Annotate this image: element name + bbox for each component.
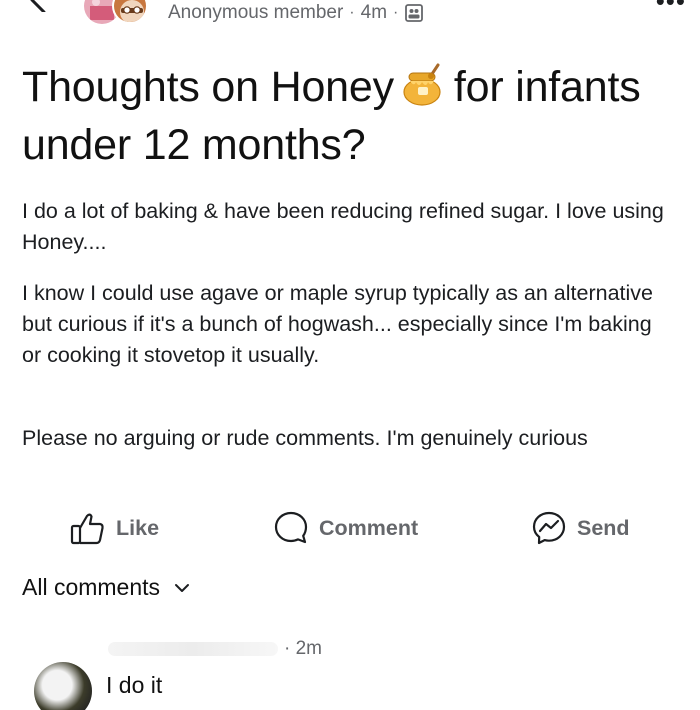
post-paragraph: Please no arguing or rude comments. I'm …: [22, 426, 588, 450]
post-header: Anonymous member · 4m · •••: [0, 0, 700, 34]
post-paragraph: I know I could use agave or maple syrup …: [22, 281, 653, 367]
send-icon: [532, 511, 566, 545]
comment-item: · 2m I do it: [0, 630, 700, 710]
like-button[interactable]: Like: [70, 510, 159, 546]
group-icon: [405, 4, 424, 22]
send-label: Send: [577, 515, 630, 540]
like-label: Like: [116, 515, 160, 540]
chevron-down-icon: [175, 583, 190, 592]
comment-time: · 2m: [284, 638, 322, 659]
commenter-name-redacted: [108, 642, 278, 656]
honey-pot-icon: [403, 63, 441, 106]
anonymous-avatar: [112, 0, 148, 24]
post-time: 4m: [360, 2, 388, 23]
comments-filter[interactable]: All comments: [22, 574, 190, 601]
comment-button[interactable]: Comment: [273, 510, 418, 546]
commenter-avatar[interactable]: [34, 662, 92, 710]
author-name[interactable]: Anonymous member: [168, 2, 343, 24]
send-button[interactable]: Send: [531, 510, 630, 546]
post-title: Thoughts on Honey for infants under 12 m…: [22, 58, 662, 174]
more-icon[interactable]: •••: [656, 0, 686, 17]
like-icon: [70, 513, 104, 545]
avatar-group[interactable]: [84, 0, 162, 24]
back-chevron-icon[interactable]: [26, 0, 52, 12]
post-paragraph: I do a lot of baking & have been reducin…: [22, 199, 664, 254]
post-meta: Anonymous member · 4m ·: [168, 2, 424, 24]
comment-text: I do it: [106, 672, 163, 698]
title-part-1: Thoughts on Honey: [22, 63, 394, 111]
comments-filter-label: All comments: [22, 574, 161, 600]
meta-separator: ·: [349, 4, 355, 21]
action-bar: Like Comment Send: [0, 510, 700, 554]
comment-icon: [274, 511, 308, 544]
meta-separator: ·: [393, 4, 399, 21]
comment-label: Comment: [319, 515, 419, 540]
